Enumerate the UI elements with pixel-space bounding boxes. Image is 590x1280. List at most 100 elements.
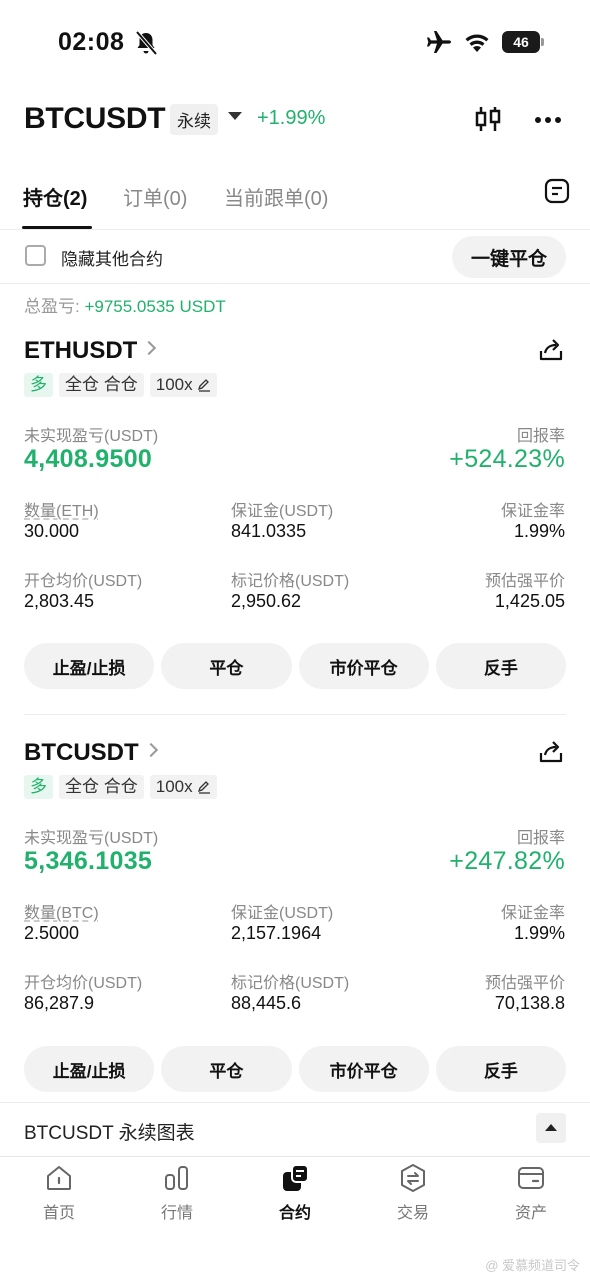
leverage-tag[interactable]: 100x <box>149 373 217 397</box>
reverse-position-button[interactable]: 反手 <box>435 643 566 689</box>
roe-value: +247.82% <box>449 847 565 875</box>
position-tags: 多 全仓 合仓 100x <box>24 775 217 799</box>
futures-icon <box>283 1164 309 1191</box>
liq-price-label: 预估强平价 <box>484 975 565 992</box>
chevron-up-icon[interactable] <box>536 1113 566 1143</box>
unrealized-pnl-value: 5,346.1035 <box>24 847 153 875</box>
market-icon <box>165 1166 188 1190</box>
quantity-label: 数量(ETH) <box>24 503 99 520</box>
symbol-title[interactable]: BTCUSDT <box>24 102 166 136</box>
nav-label: 首页 <box>42 1205 75 1222</box>
hide-other-contracts-checkbox[interactable] <box>25 245 46 266</box>
position-divider <box>24 714 566 715</box>
roe-value: +524.23% <box>449 445 565 473</box>
edit-icon <box>197 379 210 392</box>
tab-orders[interactable]: 订单(0) <box>123 182 187 211</box>
chart-bar-label: BTCUSDT 永续图表 <box>24 1123 195 1144</box>
nav-futures[interactable]: 合约 <box>236 1157 354 1226</box>
position-card: ETHUSDT 多 全仓 合仓 100x 未实现盈亏(USDT) 回报率 4,4… <box>0 337 590 713</box>
quantity-label: 数量(BTC) <box>24 905 99 922</box>
position-tabs: 持仓(2) 订单(0) 当前跟单(0) <box>0 172 590 230</box>
entry-price-label: 开仓均价(USDT) <box>24 573 143 590</box>
nav-market[interactable]: 行情 <box>118 1157 236 1226</box>
margin-value: 841.0335 <box>231 521 307 541</box>
total-pnl-label: 总盈亏: <box>24 297 85 316</box>
candlestick-chart-icon[interactable] <box>474 104 502 134</box>
position-actions: 止盈/止损 平仓 市价平仓 反手 <box>24 643 566 689</box>
price-change: +1.99% <box>257 107 326 129</box>
tp-sl-button[interactable]: 止盈/止损 <box>24 643 155 689</box>
market-close-button[interactable]: 市价平仓 <box>298 643 429 689</box>
document-icon[interactable] <box>544 178 570 204</box>
liq-price-value: 1,425.05 <box>494 591 565 611</box>
margin-label: 保证金(USDT) <box>231 905 334 922</box>
position-actions: 止盈/止损 平仓 市价平仓 反手 <box>24 1046 566 1092</box>
unrealized-pnl-value: 4,408.9500 <box>24 445 153 473</box>
status-bar: 02:08 46 <box>0 0 590 86</box>
roe-label: 回报率 <box>516 428 565 445</box>
nav-label: 合约 <box>278 1205 311 1222</box>
margin-label: 保证金(USDT) <box>231 503 334 520</box>
margin-mode-tag[interactable]: 全仓 合仓 <box>59 775 144 799</box>
chart-bar[interactable]: BTCUSDT 永续图表 <box>0 1102 590 1156</box>
total-pnl: 总盈亏: +9755.0535 USDT <box>24 292 226 317</box>
more-icon[interactable] <box>534 116 562 124</box>
quantity-value: 2.5000 <box>24 923 80 943</box>
nav-home[interactable]: 首页 <box>0 1157 118 1226</box>
battery-indicator: 46 <box>502 31 544 53</box>
bottom-nav: 首页 行情 合约 交易 资产 <box>0 1156 590 1226</box>
chevron-right-icon[interactable] <box>141 340 157 356</box>
chevron-right-icon[interactable] <box>143 742 159 758</box>
home-icon <box>47 1166 71 1190</box>
contract-type-tag: 永续 <box>170 104 218 135</box>
market-close-button[interactable]: 市价平仓 <box>298 1046 429 1092</box>
margin-ratio-value: 1.99% <box>513 923 565 943</box>
margin-ratio-label: 保证金率 <box>500 905 565 922</box>
edit-icon <box>197 781 210 794</box>
hide-other-contracts-label: 隐藏其他合约 <box>61 250 163 269</box>
liq-price-value: 70,138.8 <box>494 993 565 1013</box>
mark-price-value: 2,950.62 <box>231 591 302 611</box>
nav-trade[interactable]: 交易 <box>354 1157 472 1226</box>
close-position-button[interactable]: 平仓 <box>161 1046 292 1092</box>
symbol-dropdown-icon[interactable] <box>228 112 242 120</box>
tp-sl-button[interactable]: 止盈/止损 <box>24 1046 155 1092</box>
close-position-button[interactable]: 平仓 <box>161 643 292 689</box>
mark-price-label: 标记价格(USDT) <box>231 573 350 590</box>
unrealized-pnl-label: 未实现盈亏(USDT) <box>24 830 159 847</box>
reverse-position-button[interactable]: 反手 <box>435 1046 566 1092</box>
nav-assets[interactable]: 资产 <box>472 1157 590 1226</box>
entry-price-value: 2,803.45 <box>24 591 95 611</box>
active-tab-indicator <box>22 226 92 229</box>
unrealized-pnl-label: 未实现盈亏(USDT) <box>24 428 159 445</box>
nav-label: 交易 <box>396 1205 429 1222</box>
nav-label: 行情 <box>160 1205 193 1222</box>
side-tag: 多 <box>24 373 53 397</box>
margin-ratio-value: 1.99% <box>513 521 565 541</box>
position-card: BTCUSDT 多 全仓 合仓 100x 未实现盈亏(USDT) 回报率 5,3… <box>0 739 590 1099</box>
filter-row: 隐藏其他合约 一键平仓 <box>0 232 590 284</box>
contract-header: BTCUSDT 永续 +1.99% <box>0 96 590 146</box>
wifi-icon <box>465 34 489 52</box>
wallet-icon <box>518 1167 544 1189</box>
status-time: 02:08 <box>58 28 125 56</box>
position-symbol[interactable]: BTCUSDT <box>24 739 139 767</box>
position-tags: 多 全仓 合仓 100x <box>24 373 217 397</box>
leverage-value: 100x <box>155 375 193 394</box>
tab-positions[interactable]: 持仓(2) <box>23 182 87 211</box>
watermark: @ 爱慕频道司令 <box>485 1258 580 1273</box>
margin-value: 2,157.1964 <box>231 923 322 943</box>
entry-price-value: 86,287.9 <box>24 993 95 1013</box>
leverage-tag[interactable]: 100x <box>149 775 217 799</box>
share-icon[interactable] <box>538 739 564 765</box>
tab-copy-trades[interactable]: 当前跟单(0) <box>224 182 328 211</box>
nav-label: 资产 <box>514 1205 547 1222</box>
share-icon[interactable] <box>538 337 564 363</box>
mark-price-value: 88,445.6 <box>231 993 302 1013</box>
trade-icon <box>401 1164 425 1192</box>
position-symbol[interactable]: ETHUSDT <box>24 337 137 365</box>
close-all-button[interactable]: 一键平仓 <box>452 236 566 278</box>
liq-price-label: 预估强平价 <box>484 573 565 590</box>
margin-mode-tag[interactable]: 全仓 合仓 <box>59 373 144 397</box>
quantity-value: 30.000 <box>24 521 80 541</box>
